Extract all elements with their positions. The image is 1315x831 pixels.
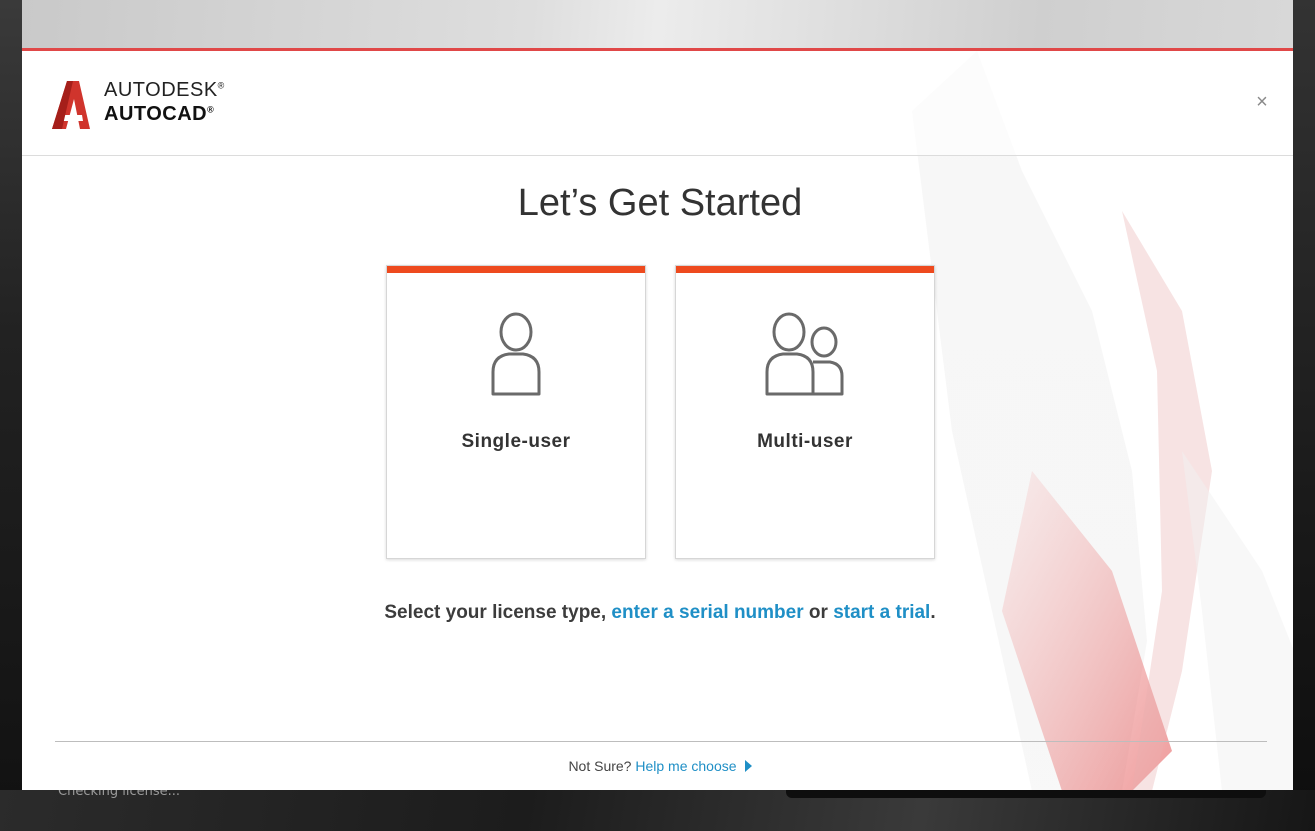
background-right-edge [1293,0,1315,831]
help-me-choose-link[interactable]: Help me choose [635,758,736,774]
footer-divider [55,741,1267,742]
enter-serial-number-link[interactable]: enter a serial number [611,602,803,623]
dialog-top-shade [22,0,1293,50]
brand-autodesk: AUTODESK® [104,79,225,101]
decorative-background-art [912,51,1293,790]
single-user-card[interactable]: Single-user [386,265,646,559]
start-trial-link[interactable]: start a trial [833,602,930,623]
background-left-edge [0,0,22,831]
license-dialog: AUTODESK® AUTOCAD® × Let’s Get Started S… [22,0,1293,790]
page-title: Let’s Get Started [517,182,803,224]
license-instruction: Select your license type, enter a serial… [384,602,936,623]
multi-user-label: Multi-user [757,431,853,452]
card-accent-bar [676,266,934,273]
single-user-label: Single-user [461,431,571,452]
multi-user-icon [765,312,844,396]
brand-autocad: AUTOCAD® [104,103,215,125]
autocad-logo-icon [52,81,90,129]
help-footer: Not Sure? Help me choose [22,758,1293,774]
multi-user-card[interactable]: Multi-user [675,265,935,559]
card-accent-bar [387,266,645,273]
caret-right-icon[interactable] [744,760,752,772]
dialog-header: AUTODESK® AUTOCAD® × [22,51,1293,156]
single-user-icon [491,312,541,396]
close-icon[interactable]: × [1251,91,1273,113]
